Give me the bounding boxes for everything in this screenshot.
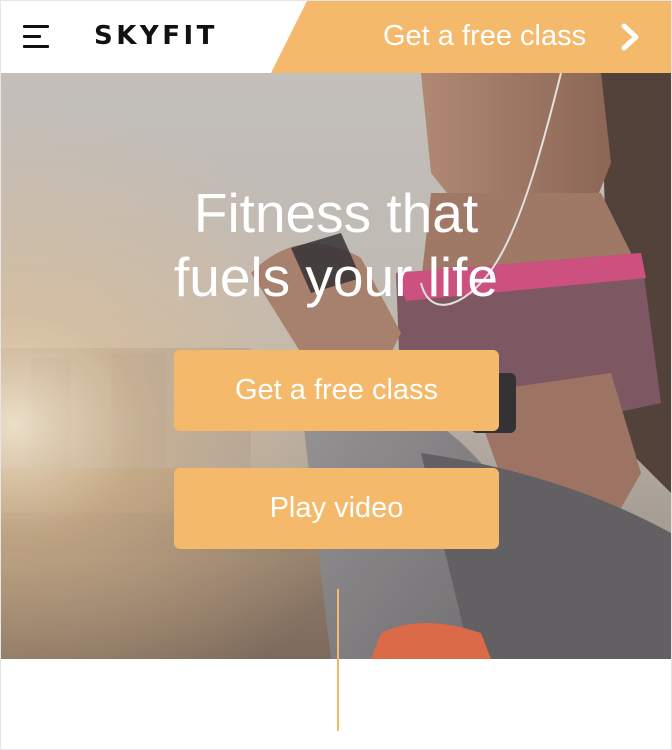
header-free-class-button[interactable]: Get a free class <box>271 1 671 73</box>
site-header: SKYFIT Get a free class <box>1 1 671 73</box>
hero-section: Fitness that fuels your life Get a free … <box>1 73 671 659</box>
page-frame: SKYFIT Get a free class Fitness that fue… <box>0 0 672 750</box>
menu-bar-middle <box>23 35 41 38</box>
hamburger-menu-icon[interactable] <box>23 24 51 50</box>
hero-headline: Fitness that fuels your life <box>1 181 671 309</box>
site-logo[interactable]: SKYFIT <box>94 19 218 53</box>
menu-bar-bottom <box>23 45 49 48</box>
hero-headline-line-1: Fitness that <box>193 182 479 244</box>
scroll-indicator-line <box>337 589 339 731</box>
chevron-right-icon <box>621 23 639 51</box>
header-free-class-label: Get a free class <box>383 20 587 52</box>
hero-headline-line-2: fuels your life <box>173 246 499 308</box>
get-free-class-button[interactable]: Get a free class <box>174 350 499 431</box>
menu-bar-top <box>23 25 49 28</box>
play-video-button[interactable]: Play video <box>174 468 499 549</box>
